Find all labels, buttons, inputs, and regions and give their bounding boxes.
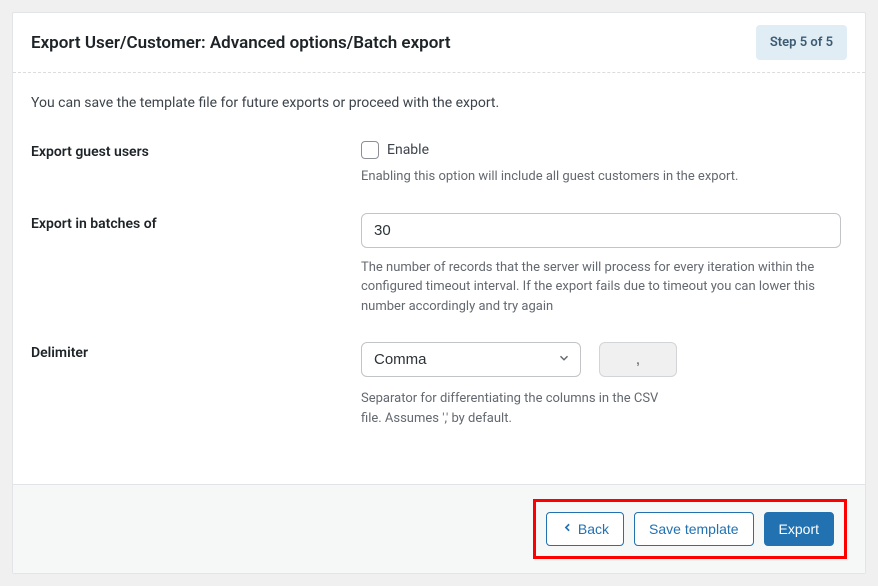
batch-size-input[interactable] <box>361 213 841 248</box>
page-title: Export User/Customer: Advanced options/B… <box>31 33 451 53</box>
batch-help: The number of records that the server wi… <box>361 258 841 317</box>
guest-users-checkbox[interactable] <box>361 141 379 159</box>
delimiter-help: Separator for differentiating the column… <box>361 389 681 428</box>
control-delimiter: Comma Separator for differentiating the … <box>361 342 847 428</box>
card-header: Export User/Customer: Advanced options/B… <box>13 13 865 73</box>
back-button[interactable]: Back <box>546 512 624 546</box>
intro-text: You can save the template file for futur… <box>31 95 847 111</box>
save-template-button[interactable]: Save template <box>634 512 754 546</box>
card-footer: Back Save template Export <box>13 484 865 573</box>
label-delimiter: Delimiter <box>31 342 361 361</box>
export-button-label: Export <box>779 521 819 537</box>
row-batch: Export in batches of The number of recor… <box>31 213 847 317</box>
guest-users-checkbox-label: Enable <box>387 142 429 158</box>
delimiter-inputs: Comma <box>361 342 847 377</box>
card-body: You can save the template file for futur… <box>13 73 865 484</box>
save-template-label: Save template <box>649 521 739 537</box>
back-button-label: Back <box>578 521 609 537</box>
label-batch: Export in batches of <box>31 213 361 232</box>
chevron-left-icon <box>561 521 574 537</box>
delimiter-select[interactable]: Comma <box>361 342 581 377</box>
delimiter-select-wrap: Comma <box>361 342 581 377</box>
checkbox-wrap: Enable <box>361 141 847 159</box>
label-guest-users: Export guest users <box>31 141 361 160</box>
guest-users-help: Enabling this option will include all gu… <box>361 167 841 187</box>
control-batch: The number of records that the server wi… <box>361 213 847 317</box>
export-button[interactable]: Export <box>764 512 834 546</box>
delimiter-preview <box>599 342 677 377</box>
control-guest-users: Enable Enabling this option will include… <box>361 141 847 187</box>
row-guest-users: Export guest users Enable Enabling this … <box>31 141 847 187</box>
export-card: Export User/Customer: Advanced options/B… <box>12 12 866 574</box>
step-badge: Step 5 of 5 <box>756 25 847 60</box>
row-delimiter: Delimiter Comma Separator for differenti… <box>31 342 847 428</box>
footer-buttons-highlight: Back Save template Export <box>533 499 847 559</box>
